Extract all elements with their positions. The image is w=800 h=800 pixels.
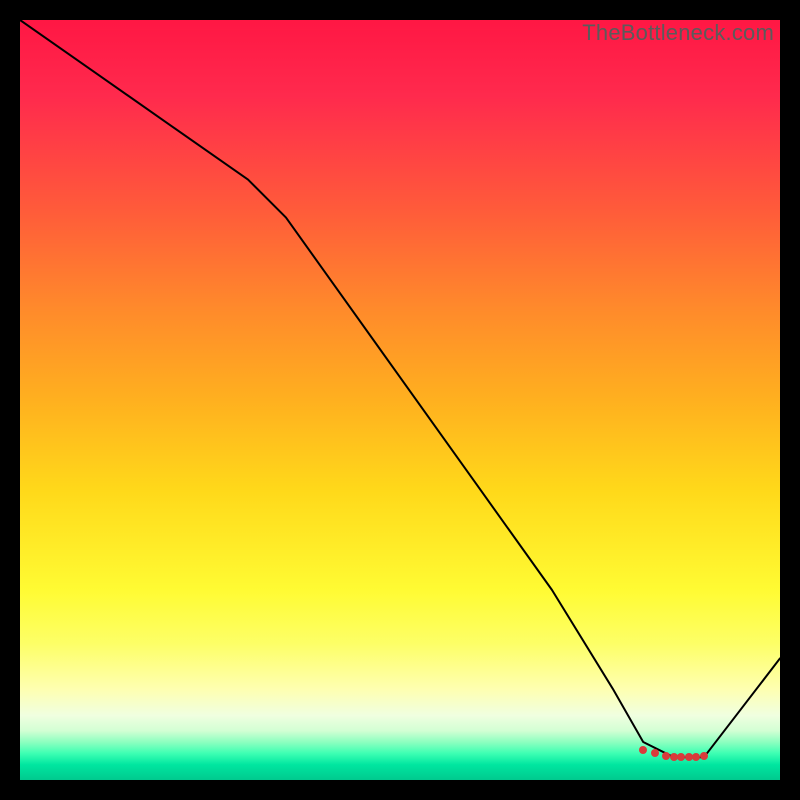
chart-frame: TheBottleneck.com bbox=[0, 0, 800, 800]
bottleneck-curve bbox=[20, 20, 780, 757]
optimal-dot bbox=[639, 746, 647, 754]
chart-plot-area: TheBottleneck.com bbox=[20, 20, 780, 780]
curve-svg bbox=[20, 20, 780, 780]
optimal-dot bbox=[700, 752, 708, 760]
optimal-dot bbox=[651, 749, 659, 757]
